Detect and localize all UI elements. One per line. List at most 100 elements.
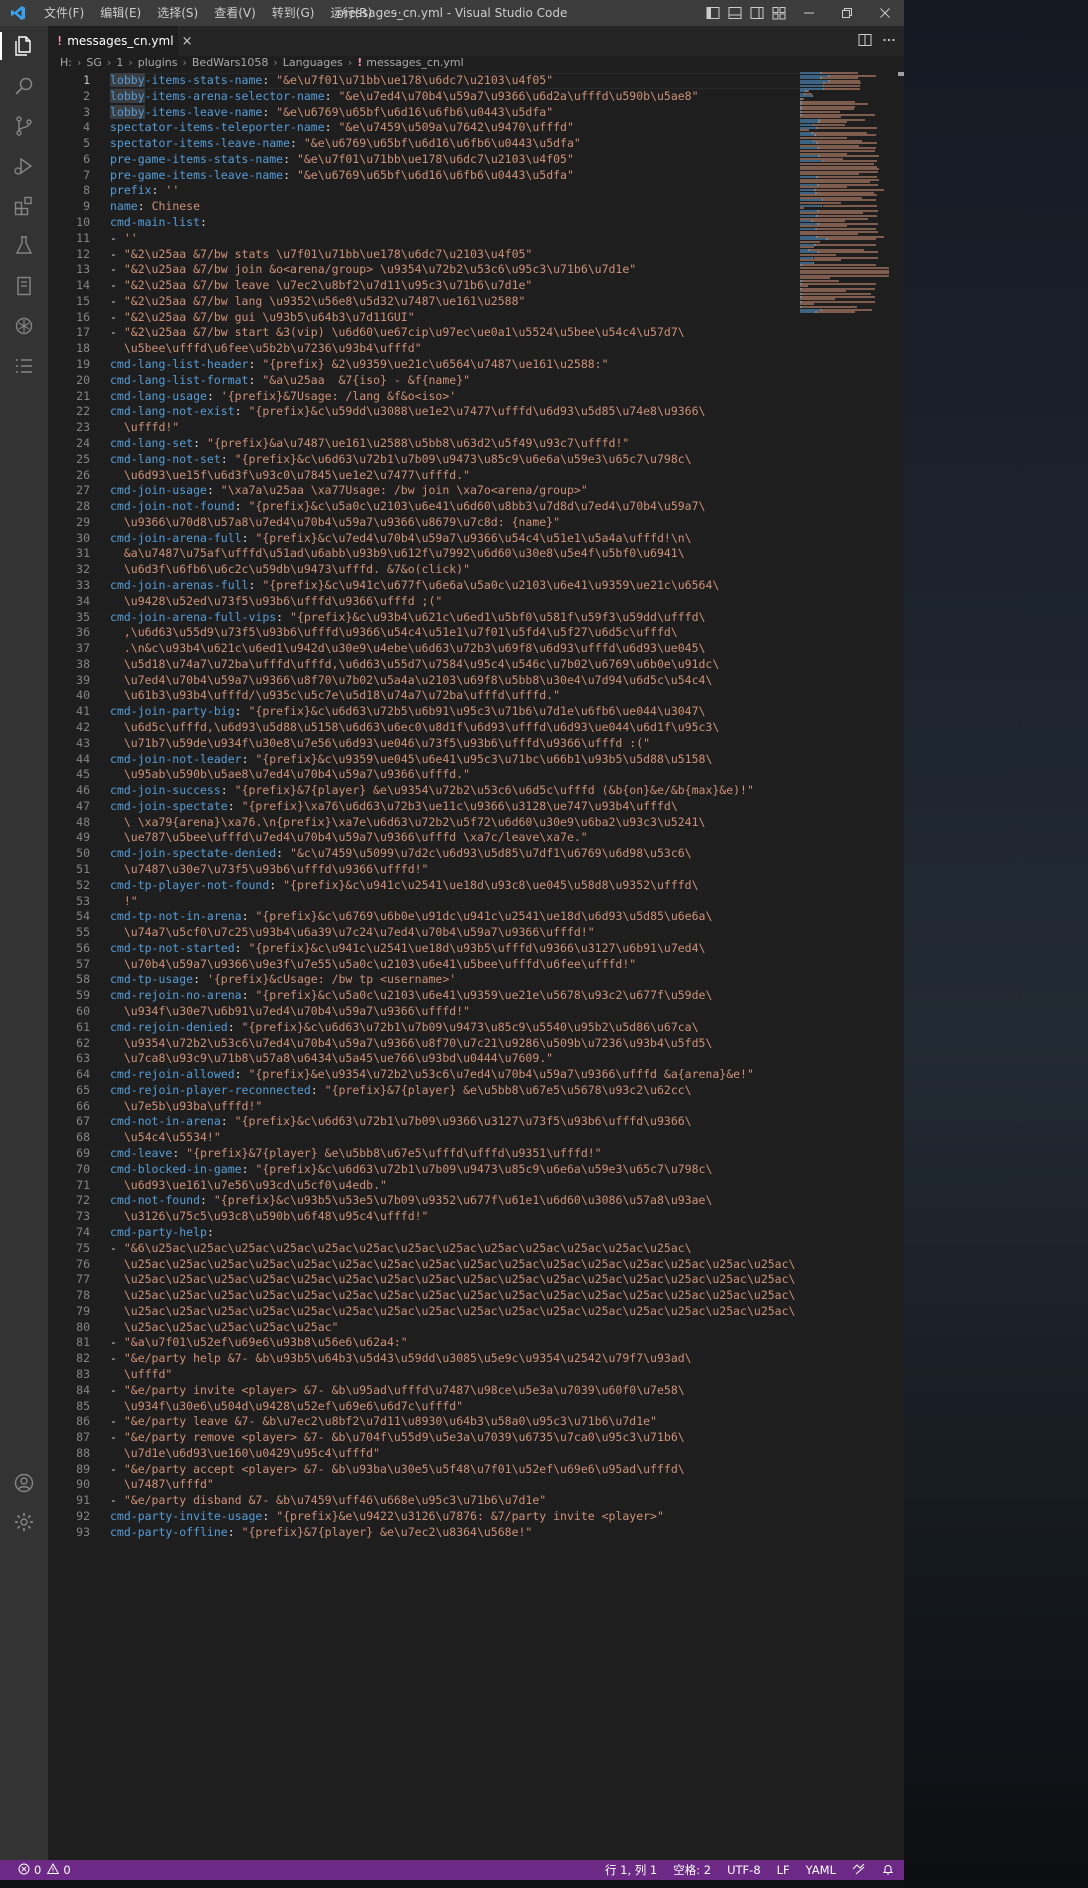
breadcrumb-file[interactable]: messages_cn.yml <box>366 56 463 69</box>
menu-go[interactable]: 转到(G) <box>264 0 323 26</box>
code-line[interactable]: \u71b7\u59de\u934f\u30e8\u7e56\u6d93\ue0… <box>110 736 650 752</box>
code-line[interactable]: cmd-join-arenas-full: "{prefix}&c\u941c\… <box>110 578 719 594</box>
menu-view[interactable]: 查看(V) <box>206 0 264 26</box>
breadcrumb-item[interactable]: plugins <box>138 56 178 69</box>
code-line[interactable]: \u7487\u30e7\u73f5\u93b6\ufffd\u9366\uff… <box>110 862 429 878</box>
code-line[interactable]: \u95ab\u590b\u5ae8\u7ed4\u70b4\u59a7\u93… <box>110 767 470 783</box>
list-icon[interactable] <box>0 346 48 386</box>
code-line[interactable]: cmd-rejoin-no-arena: "{prefix}&c\u5a0c\u… <box>110 988 712 1004</box>
problems-indicator[interactable]: 0 0 <box>0 1862 71 1878</box>
code-line[interactable]: \u9428\u52ed\u73f5\u93b6\ufffd\u9366\uff… <box>110 594 443 610</box>
code-line[interactable]: \ufffd" <box>110 1367 172 1383</box>
code-line[interactable]: \u70b4\u59a7\u9366\u9e3f\u7e55\u5a0c\u21… <box>110 957 636 973</box>
code-line[interactable]: \u7ca8\u93c9\u71b8\u57a8\u6434\u5a45\ue7… <box>110 1051 553 1067</box>
notifications-bell-icon[interactable] <box>882 1863 894 1878</box>
code-line[interactable]: \u5d18\u74a7\u72ba\ufffd\ufffd,\u6d63\u5… <box>110 657 719 673</box>
source-control-icon[interactable] <box>0 106 48 146</box>
code-line[interactable]: cmd-join-spectate: "{prefix}\xa76\u6d63\… <box>110 799 678 815</box>
code-line[interactable]: cmd-rejoin-player-reconnected: "{prefix}… <box>110 1083 692 1099</box>
more-actions-icon[interactable] <box>882 32 896 51</box>
end-of-line[interactable]: LF <box>777 1863 790 1877</box>
menu-file[interactable]: 文件(F) <box>36 0 92 26</box>
code-line[interactable]: cmd-lang-list-format: "&a\u25aa &7{iso} … <box>110 373 470 389</box>
tab-messages-cn-yml[interactable]: ! messages_cn.yml × <box>48 26 192 56</box>
code-line[interactable]: cmd-join-not-found: "{prefix}&c\u5a0c\u2… <box>110 499 705 515</box>
code-line[interactable]: prefix: '' <box>110 183 179 199</box>
code-line[interactable]: \u7487\ufffd" <box>110 1477 214 1493</box>
code-line[interactable]: spectator-items-teleporter-name: "&e\u74… <box>110 120 574 136</box>
code-line[interactable]: \u934f\u30e6\u504d\u9428\u52ef\u69e6\u6d… <box>110 1399 463 1415</box>
code-line[interactable]: - "&2\u25aa &7/bw stats \u7f01\u71bb\ue1… <box>110 247 532 263</box>
code-line[interactable]: \u6d3f\u6fb6\u6c2c\u59db\u9473\ufffd. &7… <box>110 562 470 578</box>
code-line[interactable]: - "&e/party invite <player> &7- &b\u95ad… <box>110 1383 685 1399</box>
code-line[interactable]: cmd-join-arena-full: "{prefix}&c\u7ed4\u… <box>110 531 692 547</box>
code-line[interactable]: cmd-rejoin-allowed: "{prefix}&e\u9354\u7… <box>110 1067 754 1083</box>
code-line[interactable]: cmd-rejoin-denied: "{prefix}&c\u6d63\u72… <box>110 1020 699 1036</box>
code-line[interactable]: lobby-items-leave-name: "&e\u6769\u65bf\… <box>110 104 553 121</box>
code-line[interactable]: \ \xa79{arena}\xa76.\n{prefix}\xa7e\u6d6… <box>110 815 706 831</box>
menu-run[interactable]: 运行(R) <box>322 0 380 26</box>
restore-icon[interactable] <box>828 0 866 26</box>
close-tab-icon[interactable]: × <box>182 34 193 49</box>
feedback-icon[interactable] <box>852 1863 866 1878</box>
code-line[interactable]: cmd-tp-not-in-arena: "{prefix}&c\u6769\u… <box>110 909 712 925</box>
settings-gear-icon[interactable] <box>0 1502 48 1542</box>
code-line[interactable]: - '' <box>110 231 138 247</box>
code-line[interactable]: lobby-items-arena-selector-name: "&e\u7e… <box>110 88 699 105</box>
code-line[interactable]: \u6d93\ue161\u7e56\u93cd\u5cf0\u4edb." <box>110 1178 387 1194</box>
minimap[interactable] <box>800 72 898 1860</box>
code-line[interactable]: cmd-join-success: "{prefix}&7{player} &e… <box>110 783 754 799</box>
breadcrumb-item[interactable]: SG <box>86 56 102 69</box>
run-debug-icon[interactable] <box>0 146 48 186</box>
language-mode[interactable]: YAML <box>806 1863 836 1877</box>
code-line[interactable]: - "&e/party leave &7- &b\u7ec2\u8bf2\u7d… <box>110 1414 657 1430</box>
code-line[interactable]: - "&2\u25aa &7/bw gui \u93b5\u64b3\u7d11… <box>110 310 415 326</box>
code-editor[interactable]: 1 2 3 4 5 6 7 8 9 10 11 12 13 14 15 16 17 18 19 20 21 22 23 24 2… <box>48 72 904 1860</box>
code-line[interactable]: \u934f\u30e7\u6b91\u7ed4\u70b4\u59a7\u93… <box>110 1004 470 1020</box>
code-line[interactable]: \u25ac\u25ac\u25ac\u25ac\u25ac\u25ac\u25… <box>110 1304 796 1320</box>
code-line[interactable]: lobby-items-stats-name: "&e\u7f01\u71bb\… <box>110 73 553 89</box>
menu-more[interactable]: ··· <box>380 0 411 26</box>
code-line[interactable]: cmd-not-in-arena: "{prefix}&c\u6d63\u72b… <box>110 1114 692 1130</box>
code-line[interactable]: \u25ac\u25ac\u25ac\u25ac\u25ac\u25ac\u25… <box>110 1257 796 1273</box>
cursor-position[interactable]: 行 1, 列 1 <box>605 1862 657 1878</box>
extensions-icon[interactable] <box>0 186 48 226</box>
code-line[interactable]: cmd-party-help: <box>110 1225 214 1241</box>
menu-edit[interactable]: 编辑(E) <box>92 0 149 26</box>
code-line[interactable]: - "&e/party accept <player> &7- &b\u93ba… <box>110 1462 685 1478</box>
code-line[interactable]: &a\u7487\u75af\ufffd\u51ad\u6abb\u93b9\u… <box>110 546 685 562</box>
code-line[interactable]: \u7e5b\u93ba\ufffd!" <box>110 1099 262 1115</box>
code-line[interactable]: \u74a7\u5cf0\u7c25\u93b4\u6a39\u7c24\u7e… <box>110 925 595 941</box>
code-line[interactable]: - "&e/party remove <player> &7- &b\u704f… <box>110 1430 685 1446</box>
code-line[interactable]: - "&6\u25ac\u25ac\u25ac\u25ac\u25ac\u25a… <box>110 1241 692 1257</box>
toggle-secondary-sidebar-icon[interactable] <box>746 0 768 26</box>
search-icon[interactable] <box>0 66 48 106</box>
code-line[interactable]: \u9354\u72b2\u53c6\u7ed4\u70b4\u59a7\u93… <box>110 1036 713 1052</box>
breadcrumb-item[interactable]: 1 <box>116 56 123 69</box>
code-line[interactable]: cmd-lang-set: "{prefix}&a\u7487\ue161\u2… <box>110 436 629 452</box>
code-line[interactable]: - "&e/party disband &7- &b\u7459\uff46\u… <box>110 1493 546 1509</box>
files-icon[interactable] <box>0 26 48 66</box>
toggle-primary-sidebar-icon[interactable] <box>702 0 724 26</box>
code-line[interactable]: cmd-party-offline: "{prefix}&7{player} &… <box>110 1525 532 1541</box>
code-line[interactable]: cmd-tp-usage: '{prefix}&cUsage: /bw tp <… <box>110 972 456 988</box>
chatgpt-icon[interactable] <box>0 306 48 346</box>
customize-layout-icon[interactable] <box>768 0 790 26</box>
account-icon[interactable] <box>0 1463 48 1503</box>
code-line[interactable]: spectator-items-leave-name: "&e\u6769\u6… <box>110 136 581 152</box>
code-line[interactable]: \u9366\u70d8\u57a8\u7ed4\u70b4\u59a7\u93… <box>110 515 560 531</box>
code-line[interactable]: cmd-not-found: "{prefix}&c\u93b5\u53e5\u… <box>110 1193 712 1209</box>
code-line[interactable]: \u3126\u75c5\u93c8\u590b\u6f48\u95c4\uff… <box>110 1209 429 1225</box>
indentation[interactable]: 空格: 2 <box>673 1862 711 1878</box>
code-line[interactable]: \u54c4\u5534!" <box>110 1130 221 1146</box>
code-line[interactable]: cmd-tp-not-started: "{prefix}&c\u941c\u2… <box>110 941 705 957</box>
code-line[interactable]: cmd-lang-usage: '{prefix}&7Usage: /lang … <box>110 389 456 405</box>
code-line[interactable]: \ue787\u5bee\ufffd\u7ed4\u70b4\u59a7\u93… <box>110 830 588 846</box>
code-line[interactable]: cmd-blocked-in-game: "{prefix}&c\u6d63\u… <box>110 1162 712 1178</box>
code-line[interactable]: \u7ed4\u70b4\u59a7\u9366\u8f70\u7b02\u5a… <box>110 673 713 689</box>
code-line[interactable]: \u7d1e\u6d93\ue160\u0429\u95c4\ufffd" <box>110 1446 380 1462</box>
minimize-icon[interactable] <box>790 0 828 26</box>
code-line[interactable]: name: Chinese <box>110 199 200 215</box>
code-line[interactable]: - "&a\u7f01\u52ef\u69e6\u93b8\u56e6\u62a… <box>110 1335 408 1351</box>
code-line[interactable]: pre-game-items-leave-name: "&e\u6769\u65… <box>110 168 574 184</box>
